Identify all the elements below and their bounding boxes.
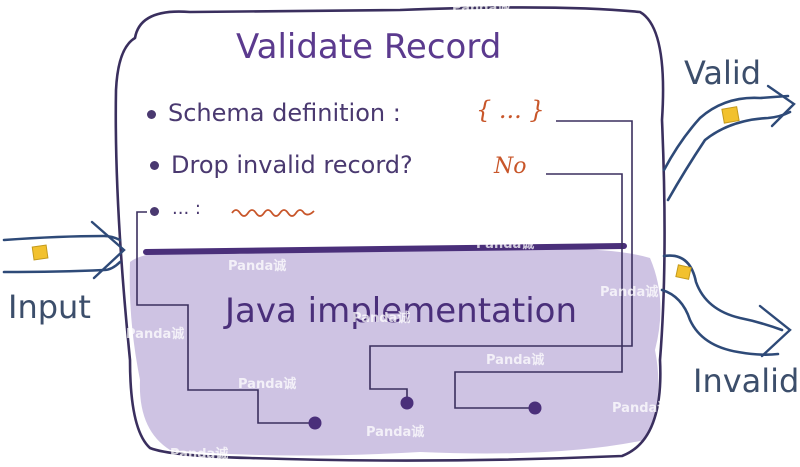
diagram-graphics bbox=[2, 6, 796, 462]
input-arrow bbox=[2, 220, 126, 280]
bullet-dot-2 bbox=[150, 161, 159, 170]
input-label: Input bbox=[8, 288, 91, 326]
drop-value-handwritten: No bbox=[494, 154, 527, 179]
invalid-arrow bbox=[660, 254, 792, 358]
watermark: Panda诚 bbox=[612, 401, 671, 416]
bullet-ellipsis: ... : bbox=[172, 198, 201, 219]
bullet-dot-3 bbox=[150, 207, 159, 216]
bullet-dot-1 bbox=[147, 110, 156, 119]
connector-endpoint-2 bbox=[400, 396, 414, 410]
watermark: Panda诚 bbox=[452, 1, 511, 16]
invalid-label: Invalid bbox=[693, 362, 800, 400]
diagram: Validate Record Schema definition : { ..… bbox=[0, 0, 800, 467]
connector-endpoint-1 bbox=[308, 416, 322, 430]
connector-endpoint-3 bbox=[528, 401, 542, 415]
watermark: Panda诚 bbox=[366, 425, 425, 440]
bullet-drop-invalid: Drop invalid record? bbox=[171, 151, 413, 179]
watermark: Panda诚 bbox=[600, 285, 659, 300]
watermark: Panda诚 bbox=[228, 259, 287, 274]
component-title: Validate Record bbox=[236, 27, 502, 67]
valid-arrow bbox=[662, 84, 796, 202]
watermark: Panda诚 bbox=[170, 447, 229, 462]
schema-value-handwritten: { ... } bbox=[476, 96, 545, 124]
watermark: Panda诚 bbox=[476, 237, 535, 252]
watermark: Panda诚 bbox=[486, 353, 545, 368]
watermark: Panda诚 bbox=[352, 311, 411, 326]
watermark: Panda诚 bbox=[238, 377, 297, 392]
handwritten-squiggle bbox=[231, 209, 315, 217]
valid-label: Valid bbox=[684, 54, 762, 92]
bullet-schema-definition: Schema definition : bbox=[168, 99, 401, 127]
watermark: Panda诚 bbox=[126, 327, 185, 342]
